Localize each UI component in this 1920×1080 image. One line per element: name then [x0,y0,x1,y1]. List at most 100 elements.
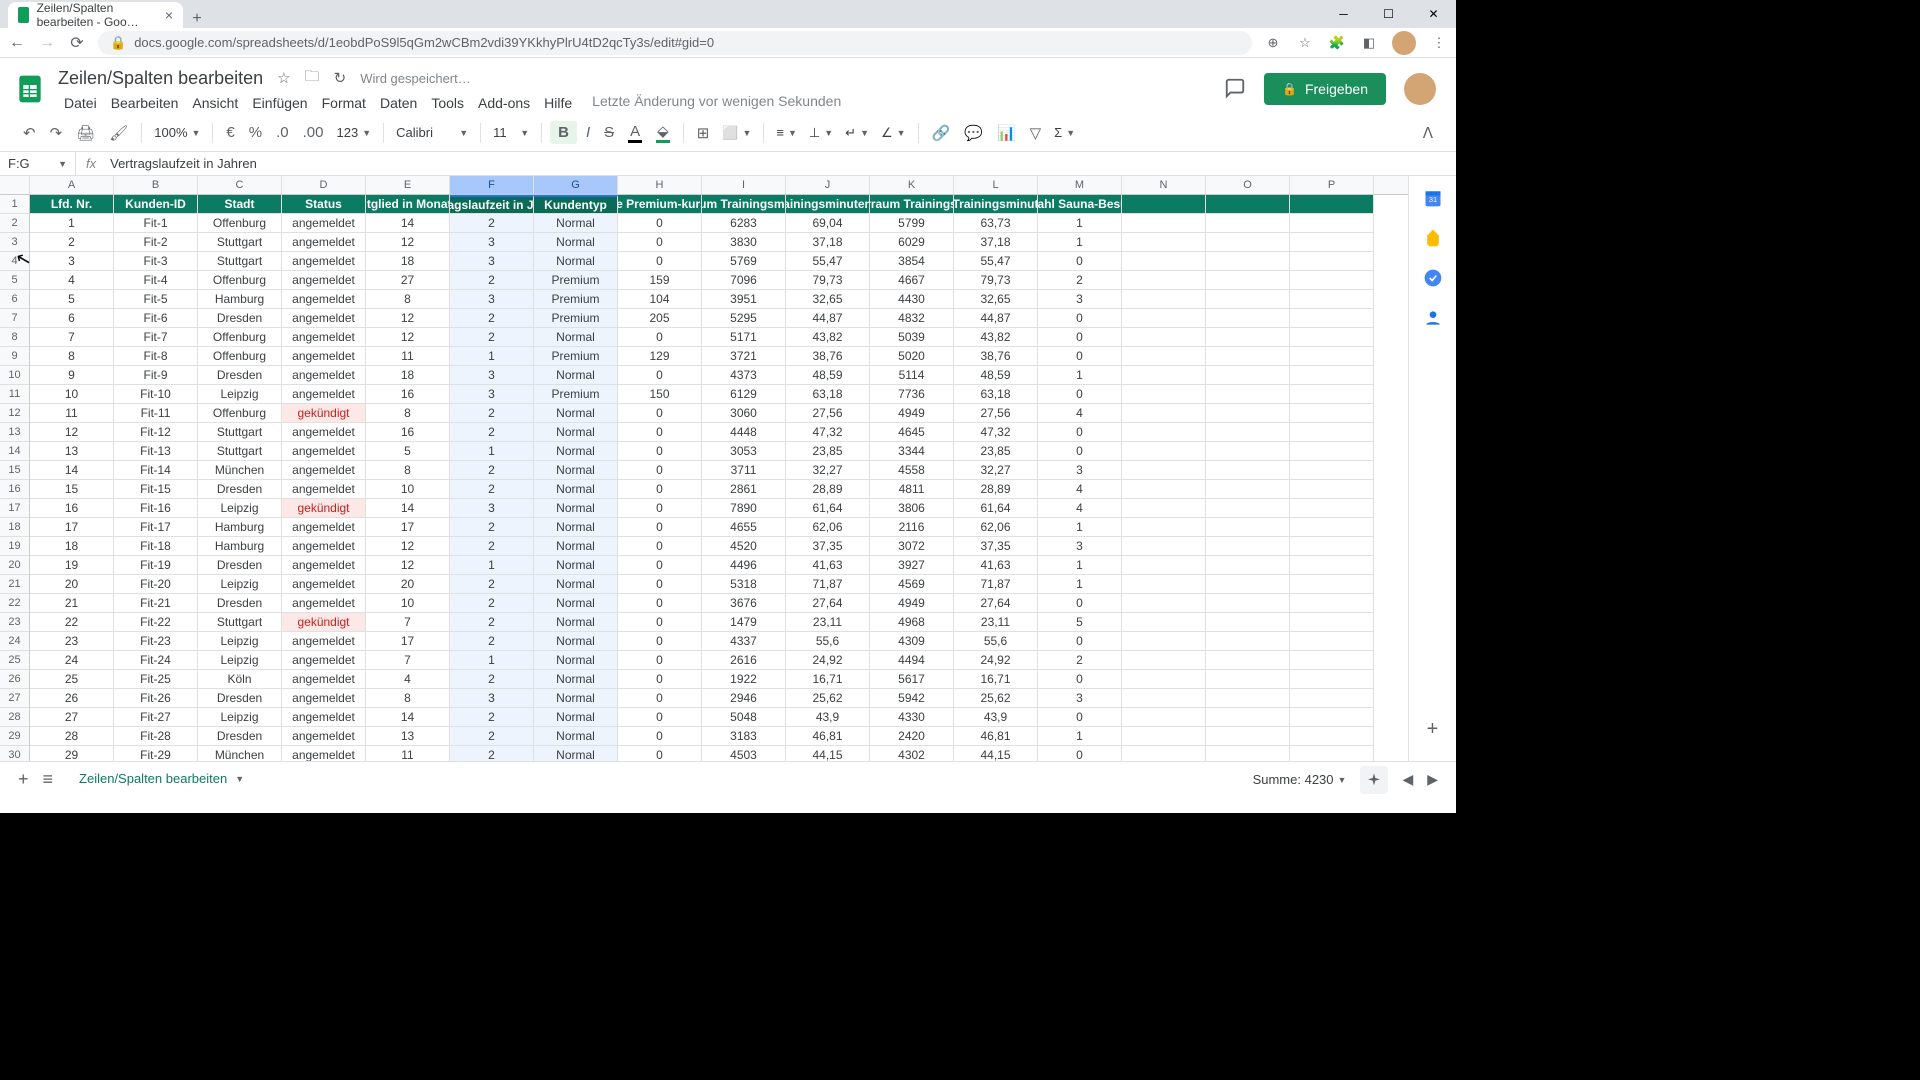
cell[interactable]: Leipzig [198,575,282,594]
menu-item-einfügen[interactable]: Einfügen [246,93,313,113]
cell[interactable]: 2 [450,404,534,423]
cell[interactable]: angemeldet [282,689,366,708]
cell[interactable]: 79,73 [954,271,1038,290]
cell[interactable]: 7 [366,613,450,632]
calendar-icon[interactable]: 31 [1423,188,1443,208]
cell[interactable] [1206,366,1290,385]
cell[interactable]: Normal [534,480,618,499]
cell[interactable]: 0 [618,499,702,518]
cell[interactable]: 4949 [870,404,954,423]
cell[interactable]: 61,64 [786,499,870,518]
cell[interactable] [1206,651,1290,670]
cell[interactable]: 0 [1038,594,1122,613]
cell[interactable] [1290,499,1374,518]
cell[interactable]: 2 [450,670,534,689]
cell[interactable]: Dresden [198,366,282,385]
cell[interactable]: 0 [618,689,702,708]
cell[interactable]: 0 [1038,252,1122,271]
cell[interactable]: 15 [30,480,114,499]
keep-icon[interactable] [1423,228,1443,248]
minimize-button[interactable]: ─ [1321,0,1366,28]
cell[interactable] [1122,518,1206,537]
cell[interactable] [1290,423,1374,442]
rotate-button[interactable]: ∠▼ [877,125,910,141]
cell[interactable]: 3 [450,366,534,385]
cell[interactable]: 11 [30,404,114,423]
cell[interactable]: 48,59 [954,366,1038,385]
merge-button[interactable]: ⬜▼ [718,125,755,141]
column-header-P[interactable]: P [1290,176,1374,194]
cell[interactable] [1290,366,1374,385]
cell[interactable]: Dresden [198,480,282,499]
cell[interactable]: 12 [366,309,450,328]
cell[interactable]: 2420 [870,727,954,746]
cell[interactable]: Fit-2 [114,233,198,252]
cell[interactable]: 0 [618,461,702,480]
cell[interactable] [1206,442,1290,461]
cell[interactable]: angemeldet [282,233,366,252]
cell[interactable]: 3344 [870,442,954,461]
cell[interactable] [1206,328,1290,347]
cell[interactable]: 7 [366,651,450,670]
explore-button[interactable] [1360,766,1388,794]
cell[interactable] [1122,613,1206,632]
cell[interactable]: angemeldet [282,309,366,328]
cell[interactable]: Fit-3 [114,252,198,271]
cell[interactable]: Offenburg [198,328,282,347]
row-header-24[interactable]: 24 [0,632,29,651]
row-header-25[interactable]: 25 [0,651,29,670]
cell[interactable]: Fit-14 [114,461,198,480]
cell[interactable]: München [198,461,282,480]
cell[interactable]: 3183 [702,727,786,746]
cell[interactable] [1122,499,1206,518]
cell[interactable]: 4302 [870,746,954,761]
row-header-7[interactable]: 7 [0,309,29,328]
cell[interactable]: 44,87 [954,309,1038,328]
row-header-13[interactable]: 13 [0,423,29,442]
cell[interactable]: 4949 [870,594,954,613]
menu-item-datei[interactable]: Datei [58,93,103,113]
cell[interactable]: Stuttgart [198,233,282,252]
cell[interactable]: 3711 [702,461,786,480]
menu-item-bearbeiten[interactable]: Bearbeiten [105,93,185,113]
active-sheet-tab[interactable]: Zeilen/Spalten bearbeiten ▼ [67,765,256,794]
cell[interactable]: 3 [450,290,534,309]
cell[interactable]: 104 [618,290,702,309]
cell[interactable] [1290,252,1374,271]
cell[interactable]: 2 [450,632,534,651]
cell[interactable]: 4309 [870,632,954,651]
cell[interactable]: 0 [618,727,702,746]
cell[interactable]: Fit-8 [114,347,198,366]
cell[interactable]: Dresden [198,594,282,613]
cell[interactable]: 0 [618,537,702,556]
cell[interactable]: Hamburg [198,537,282,556]
cell[interactable]: 37,35 [786,537,870,556]
cell[interactable]: 79,73 [786,271,870,290]
cell[interactable]: angemeldet [282,670,366,689]
cell[interactable]: Normal [534,708,618,727]
document-title[interactable]: Zeilen/Spalten bearbeiten [58,68,263,89]
account-avatar[interactable] [1404,73,1436,105]
row-header-30[interactable]: 30 [0,746,29,761]
cell[interactable]: 5295 [702,309,786,328]
cell[interactable]: angemeldet [282,366,366,385]
cell[interactable]: 71,87 [786,575,870,594]
cell[interactable]: 46,81 [954,727,1038,746]
link-button[interactable]: 🔗 [927,120,956,146]
borders-button[interactable]: ⊞ [692,120,715,146]
row-header-8[interactable]: 8 [0,328,29,347]
percent-button[interactable]: % [244,120,267,145]
cell[interactable]: 24,92 [954,651,1038,670]
cell[interactable] [1290,404,1374,423]
cell[interactable]: 1479 [702,613,786,632]
tasks-icon[interactable] [1423,268,1443,288]
cell[interactable]: 12 [366,537,450,556]
cell[interactable]: 4494 [870,651,954,670]
cell[interactable]: 1 [450,556,534,575]
header-cell[interactable]: ainingsminuten [786,195,870,214]
cell[interactable] [1206,499,1290,518]
cell[interactable]: angemeldet [282,594,366,613]
cell[interactable]: 3 [1038,537,1122,556]
header-cell[interactable]: um Trainingsmi [702,195,786,214]
cell[interactable]: 62,06 [954,518,1038,537]
